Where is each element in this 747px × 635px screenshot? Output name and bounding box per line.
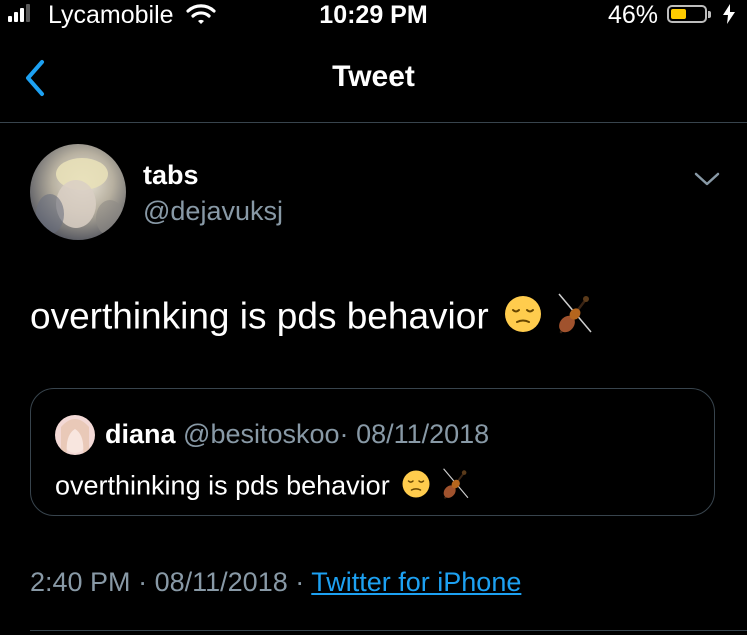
tweet-detail-screen: Lycamobile 10:29 PM 46% Tweet tabs @deja…: [0, 0, 747, 635]
quoted-separator: ·: [339, 419, 349, 449]
quoted-tweet-card[interactable]: diana @besitoskoo· 08/11/2018 overthinki…: [30, 388, 715, 516]
battery-level-fill: [671, 9, 686, 19]
battery-icon: [667, 5, 707, 23]
status-bar: Lycamobile 10:29 PM 46%: [0, 0, 747, 30]
quoted-author-name: diana: [105, 419, 176, 449]
divider: [30, 630, 747, 631]
bolt-icon: [722, 3, 736, 30]
quoted-tweet-text-content: overthinking is pds behavior: [55, 470, 390, 501]
tweet-text-content: overthinking is pds behavior: [30, 295, 489, 337]
quoted-tweet-date: 08/11/2018: [356, 419, 490, 449]
battery-percentage: 46%: [608, 1, 659, 29]
pensive-face-emoji: [503, 294, 543, 343]
quoted-tweet-header: diana @besitoskoo· 08/11/2018: [105, 419, 489, 450]
violin-emoji: [439, 467, 471, 508]
tweet-date: 08/11/2018: [154, 567, 288, 597]
tweet-source-link[interactable]: Twitter for iPhone: [311, 567, 521, 597]
tweet-meta: 2:40 PM · 08/11/2018 · Twitter for iPhon…: [30, 567, 521, 598]
navigation-header: Tweet: [0, 30, 747, 123]
pensive-face-emoji: [401, 469, 431, 506]
quoted-author-avatar: [55, 415, 95, 455]
tweet-time: 2:40 PM: [30, 567, 131, 597]
battery-tip: [708, 11, 711, 18]
author-handle[interactable]: @dejavuksj: [143, 196, 283, 227]
violin-emoji: [553, 292, 595, 345]
page-title: Tweet: [332, 60, 415, 93]
meta-separator: ·: [138, 567, 148, 597]
author-avatar[interactable]: [30, 144, 126, 240]
chevron-down-icon: [694, 172, 720, 186]
quoted-tweet-text: overthinking is pds behavior: [55, 467, 471, 508]
quoted-author-handle: @besitoskoo: [183, 419, 340, 449]
meta-separator: ·: [295, 567, 305, 597]
tweet-menu-button[interactable]: [693, 170, 721, 188]
tweet-text: overthinking is pds behavior: [30, 292, 595, 345]
author-display-name[interactable]: tabs: [143, 160, 199, 191]
